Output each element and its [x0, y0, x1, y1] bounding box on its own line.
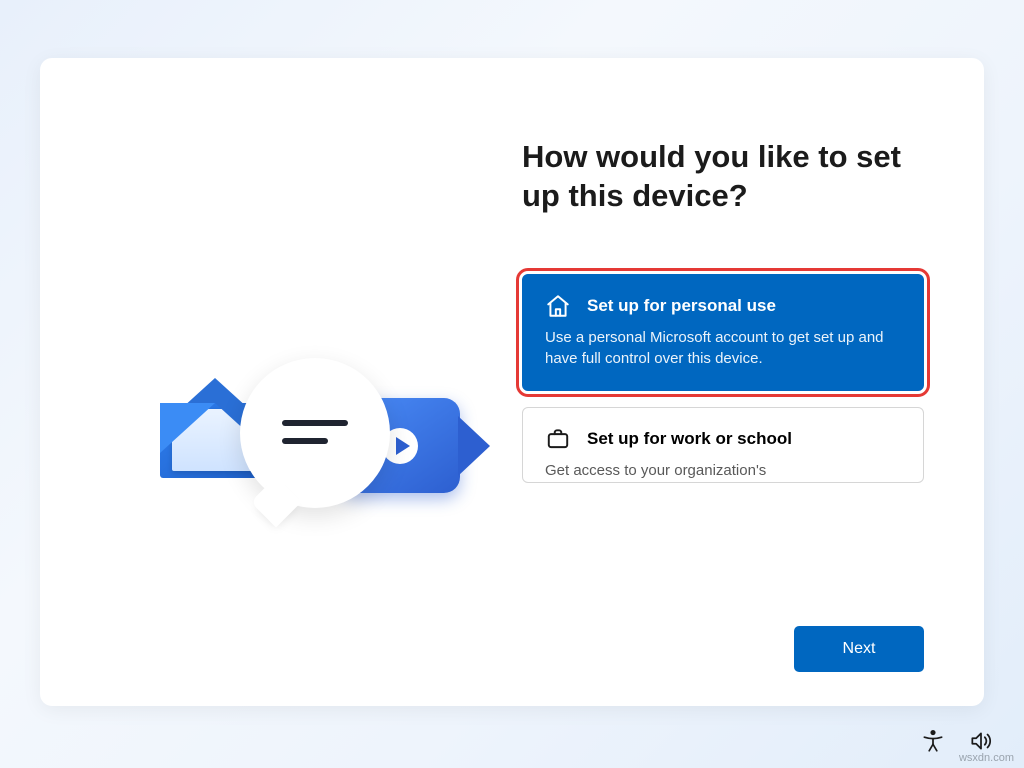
accessibility-icon[interactable] — [920, 728, 946, 754]
watermark: wsxdn.com — [959, 752, 1014, 764]
system-tray — [920, 728, 994, 754]
setup-panel: How would you like to set up this device… — [40, 58, 984, 706]
option-title: Set up for work or school — [587, 429, 792, 449]
option-personal-use[interactable]: Set up for personal use Use a personal M… — [522, 274, 924, 392]
illustration-pane — [40, 58, 512, 706]
option-work-school[interactable]: Set up for work or school Get access to … — [522, 407, 924, 483]
volume-icon[interactable] — [968, 728, 994, 754]
page-title: How would you like to set up this device… — [522, 138, 924, 216]
next-button[interactable]: Next — [794, 626, 924, 672]
chat-bubble-icon — [240, 358, 390, 508]
option-title: Set up for personal use — [587, 296, 776, 316]
option-description: Get access to your organization's — [545, 460, 901, 482]
briefcase-icon — [545, 426, 571, 452]
content-row: How would you like to set up this device… — [40, 58, 984, 706]
option-description: Use a personal Microsoft account to get … — [545, 327, 901, 371]
illustration — [160, 358, 460, 538]
home-icon — [545, 293, 571, 319]
form-pane: How would you like to set up this device… — [512, 58, 984, 706]
